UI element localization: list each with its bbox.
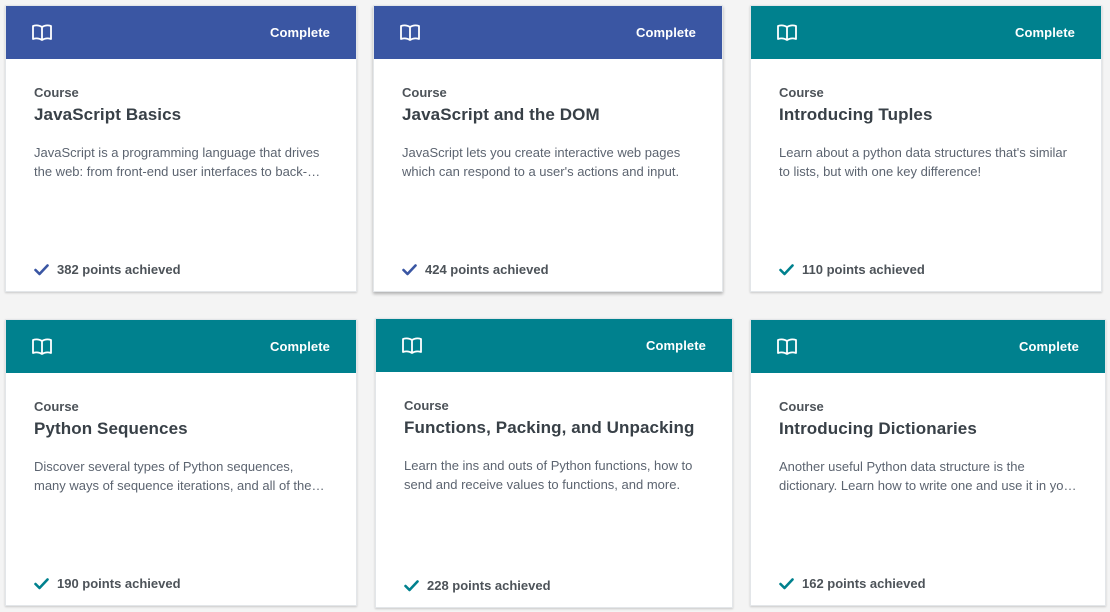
- course-card-functions-packing-unpacking[interactable]: Complete Course Functions, Packing, and …: [375, 318, 733, 608]
- card-body: Course Introducing Tuples Learn about a …: [751, 85, 1101, 317]
- card-type-label: Course: [779, 399, 824, 414]
- card-header: Complete: [751, 6, 1101, 59]
- checkmark-icon: [779, 263, 794, 275]
- points-text: 162 points achieved: [802, 576, 926, 591]
- course-card-introducing-dictionaries[interactable]: Complete Course Introducing Dictionaries…: [750, 319, 1106, 606]
- status-label: Complete: [269, 339, 330, 354]
- card-body: Course JavaScript Basics JavaScript is a…: [6, 85, 356, 317]
- course-card-introducing-tuples[interactable]: Complete Course Introducing Tuples Learn…: [750, 5, 1102, 292]
- course-card-python-sequences[interactable]: Complete Course Python Sequences Discove…: [5, 319, 357, 606]
- points-achieved: 228 points achieved: [404, 578, 551, 593]
- card-description: JavaScript lets you create interactive w…: [402, 145, 681, 179]
- card-type-label: Course: [404, 398, 449, 413]
- card-description: Learn the ins and outs of Python functio…: [404, 458, 693, 492]
- course-card-javascript-basics[interactable]: Complete Course JavaScript Basics JavaSc…: [5, 5, 357, 292]
- card-title[interactable]: Functions, Packing, and Unpacking: [404, 418, 704, 438]
- card-title[interactable]: Introducing Dictionaries: [779, 419, 1077, 439]
- checkmark-icon: [402, 263, 417, 275]
- points-achieved: 382 points achieved: [34, 262, 181, 277]
- card-title[interactable]: JavaScript Basics: [34, 105, 328, 125]
- book-icon: [400, 23, 420, 41]
- card-header: Complete: [751, 320, 1105, 373]
- points-achieved: 162 points achieved: [779, 576, 926, 591]
- checkmark-icon: [404, 579, 419, 591]
- checkmark-icon: [34, 577, 49, 589]
- book-icon: [777, 337, 797, 355]
- card-title[interactable]: JavaScript and the DOM: [402, 105, 694, 125]
- status-label: Complete: [1014, 25, 1075, 40]
- points-text: 228 points achieved: [427, 578, 551, 593]
- points-text: 382 points achieved: [57, 262, 181, 277]
- card-header: Complete: [374, 6, 722, 59]
- checkmark-icon: [34, 263, 49, 275]
- book-icon: [32, 337, 52, 355]
- card-header: Complete: [6, 6, 356, 59]
- card-body: Course JavaScript and the DOM JavaScript…: [374, 85, 722, 317]
- card-body: Course Python Sequences Discover several…: [6, 399, 356, 612]
- status-label: Complete: [269, 25, 330, 40]
- card-body: Course Functions, Packing, and Unpacking…: [376, 398, 732, 612]
- points-text: 190 points achieved: [57, 576, 181, 591]
- book-icon: [32, 23, 52, 41]
- course-card-javascript-and-the-dom[interactable]: Complete Course JavaScript and the DOM J…: [373, 5, 723, 292]
- card-description: Another useful Python data structure is …: [779, 459, 1076, 493]
- book-icon: [402, 336, 422, 354]
- card-header: Complete: [6, 320, 356, 373]
- card-title[interactable]: Introducing Tuples: [779, 105, 1073, 125]
- status-label: Complete: [645, 338, 706, 353]
- card-header: Complete: [376, 319, 732, 372]
- points-text: 110 points achieved: [802, 262, 925, 277]
- card-description: JavaScript is a programming language tha…: [34, 145, 320, 179]
- points-achieved: 424 points achieved: [402, 262, 549, 277]
- status-label: Complete: [635, 25, 696, 40]
- points-achieved: 190 points achieved: [34, 576, 181, 591]
- card-description: Discover several types of Python sequenc…: [34, 459, 312, 493]
- book-icon: [777, 23, 797, 41]
- points-achieved: 110 points achieved: [779, 262, 925, 277]
- card-type-label: Course: [34, 399, 79, 414]
- checkmark-icon: [779, 577, 794, 589]
- points-text: 424 points achieved: [425, 262, 549, 277]
- card-type-label: Course: [34, 85, 79, 100]
- card-type-label: Course: [779, 85, 824, 100]
- status-label: Complete: [1018, 339, 1079, 354]
- card-type-label: Course: [402, 85, 447, 100]
- card-title[interactable]: Python Sequences: [34, 419, 328, 439]
- card-body: Course Introducing Dictionaries Another …: [751, 399, 1105, 612]
- card-description: Learn about a python data structures tha…: [779, 145, 1067, 179]
